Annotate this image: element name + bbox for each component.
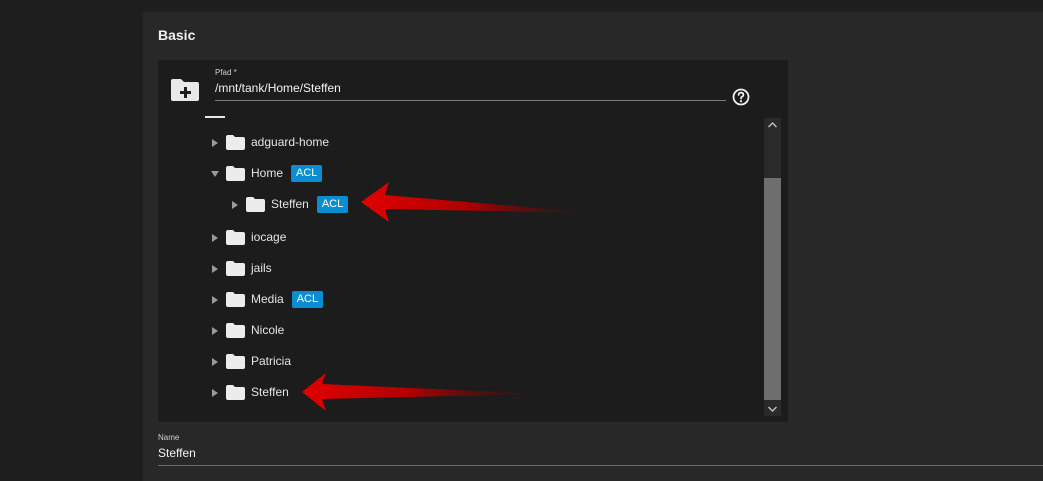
tree-item-steffen[interactable]: Steffen — [210, 381, 289, 403]
tree-item-home[interactable]: Home ACL — [210, 162, 323, 184]
folder-icon — [246, 196, 265, 212]
name-label: Name — [158, 433, 180, 442]
triangle-right-icon[interactable] — [230, 199, 240, 209]
tree-root-indicator — [205, 116, 225, 118]
acl-badge: ACL — [291, 290, 324, 308]
triangle-right-icon[interactable] — [210, 263, 220, 273]
path-underline — [215, 100, 726, 101]
tree-item-iocage[interactable]: iocage — [210, 226, 286, 248]
acl-badge: ACL — [316, 195, 349, 213]
tree-item-label: Nicole — [251, 323, 285, 337]
name-underline — [158, 465, 1043, 466]
help-circle-icon[interactable] — [732, 88, 750, 106]
folder-icon — [226, 134, 245, 150]
file-explorer: Pfad * /mnt/tank/Home/Steffen adguard-ho… — [158, 60, 788, 422]
tree-item-media[interactable]: Media ACL — [210, 288, 324, 310]
path-label: Pfad * — [215, 68, 237, 77]
tree-item-nicole[interactable]: Nicole — [210, 319, 284, 341]
acl-badge: ACL — [291, 164, 323, 182]
section-title: Basic — [158, 27, 196, 43]
tree-item-label: Steffen — [251, 385, 289, 399]
triangle-right-icon[interactable] — [210, 294, 220, 304]
folder-plus-icon[interactable] — [170, 78, 200, 102]
name-input[interactable]: Steffen — [158, 446, 196, 460]
triangle-right-icon[interactable] — [210, 137, 220, 147]
basic-panel: Basic Pfad * /mnt/tank/Home/Steffen adgu… — [143, 12, 1043, 481]
chevron-down-icon[interactable] — [764, 402, 781, 416]
tree-item-label: Patricia — [251, 354, 292, 368]
tree-item-jails[interactable]: jails — [210, 257, 272, 279]
scrollbar-thumb[interactable] — [764, 178, 781, 400]
tree-item-adguard-home[interactable]: adguard-home — [210, 131, 329, 153]
triangle-right-icon[interactable] — [210, 232, 220, 242]
tree-item-label: adguard-home — [251, 135, 330, 149]
folder-icon — [226, 165, 245, 181]
tree-item-label: jails — [251, 261, 272, 275]
folder-icon — [226, 291, 245, 307]
folder-icon — [226, 322, 245, 338]
tree-item-label: Home — [251, 166, 284, 180]
folder-icon — [226, 260, 245, 276]
triangle-right-icon[interactable] — [210, 325, 220, 335]
tree-item-label: iocage — [251, 230, 287, 244]
tree-item-home-steffen[interactable]: Steffen ACL — [230, 193, 349, 215]
triangle-right-icon[interactable] — [210, 356, 220, 366]
folder-icon — [226, 353, 245, 369]
tree-item-label: Steffen — [271, 197, 309, 211]
chevron-up-icon[interactable] — [764, 118, 781, 132]
triangle-down-icon[interactable] — [210, 168, 220, 178]
path-input[interactable]: /mnt/tank/Home/Steffen — [215, 81, 341, 95]
tree-item-patricia[interactable]: Patricia — [210, 350, 291, 372]
triangle-right-icon[interactable] — [210, 387, 220, 397]
tree-item-label: Media — [251, 292, 284, 306]
folder-icon — [226, 229, 245, 245]
folder-icon — [226, 384, 245, 400]
